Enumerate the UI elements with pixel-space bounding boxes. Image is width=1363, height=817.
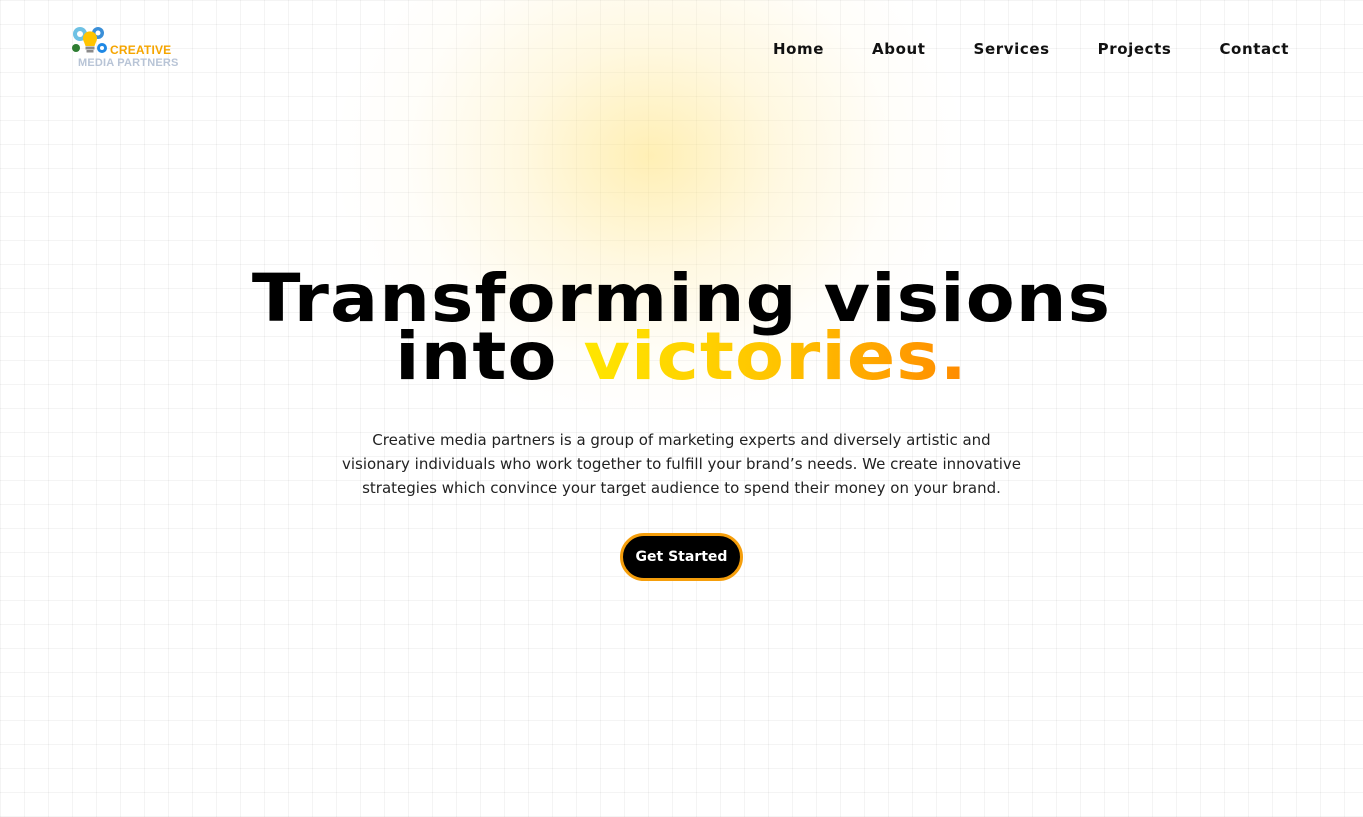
nav-home[interactable]: Home — [773, 40, 824, 58]
nav-about[interactable]: About — [872, 40, 926, 58]
nav-contact[interactable]: Contact — [1219, 40, 1289, 58]
site-header: CREATIVE MEDIA PARTNERS Home About Servi… — [0, 0, 1363, 100]
get-started-button[interactable]: Get Started — [619, 533, 744, 581]
hero-description: Creative media partners is a group of ma… — [341, 431, 1022, 497]
main-nav: Home About Services Projects Contact — [773, 40, 1289, 58]
hero-headline: Transforming visions into victories. — [0, 266, 1363, 390]
nav-services[interactable]: Services — [974, 40, 1050, 58]
headline-line-2: into victories. — [0, 324, 1363, 390]
logo-text-primary: CREATIVE — [110, 43, 172, 57]
headline-accent: victories. — [583, 318, 968, 395]
headline-plain: into — [395, 318, 584, 395]
hero-section: Transforming visions into victories. Cre… — [0, 266, 1363, 581]
logo[interactable]: CREATIVE MEDIA PARTNERS — [70, 24, 180, 74]
nav-projects[interactable]: Projects — [1098, 40, 1172, 58]
logo-text-secondary: MEDIA PARTNERS — [78, 57, 179, 69]
